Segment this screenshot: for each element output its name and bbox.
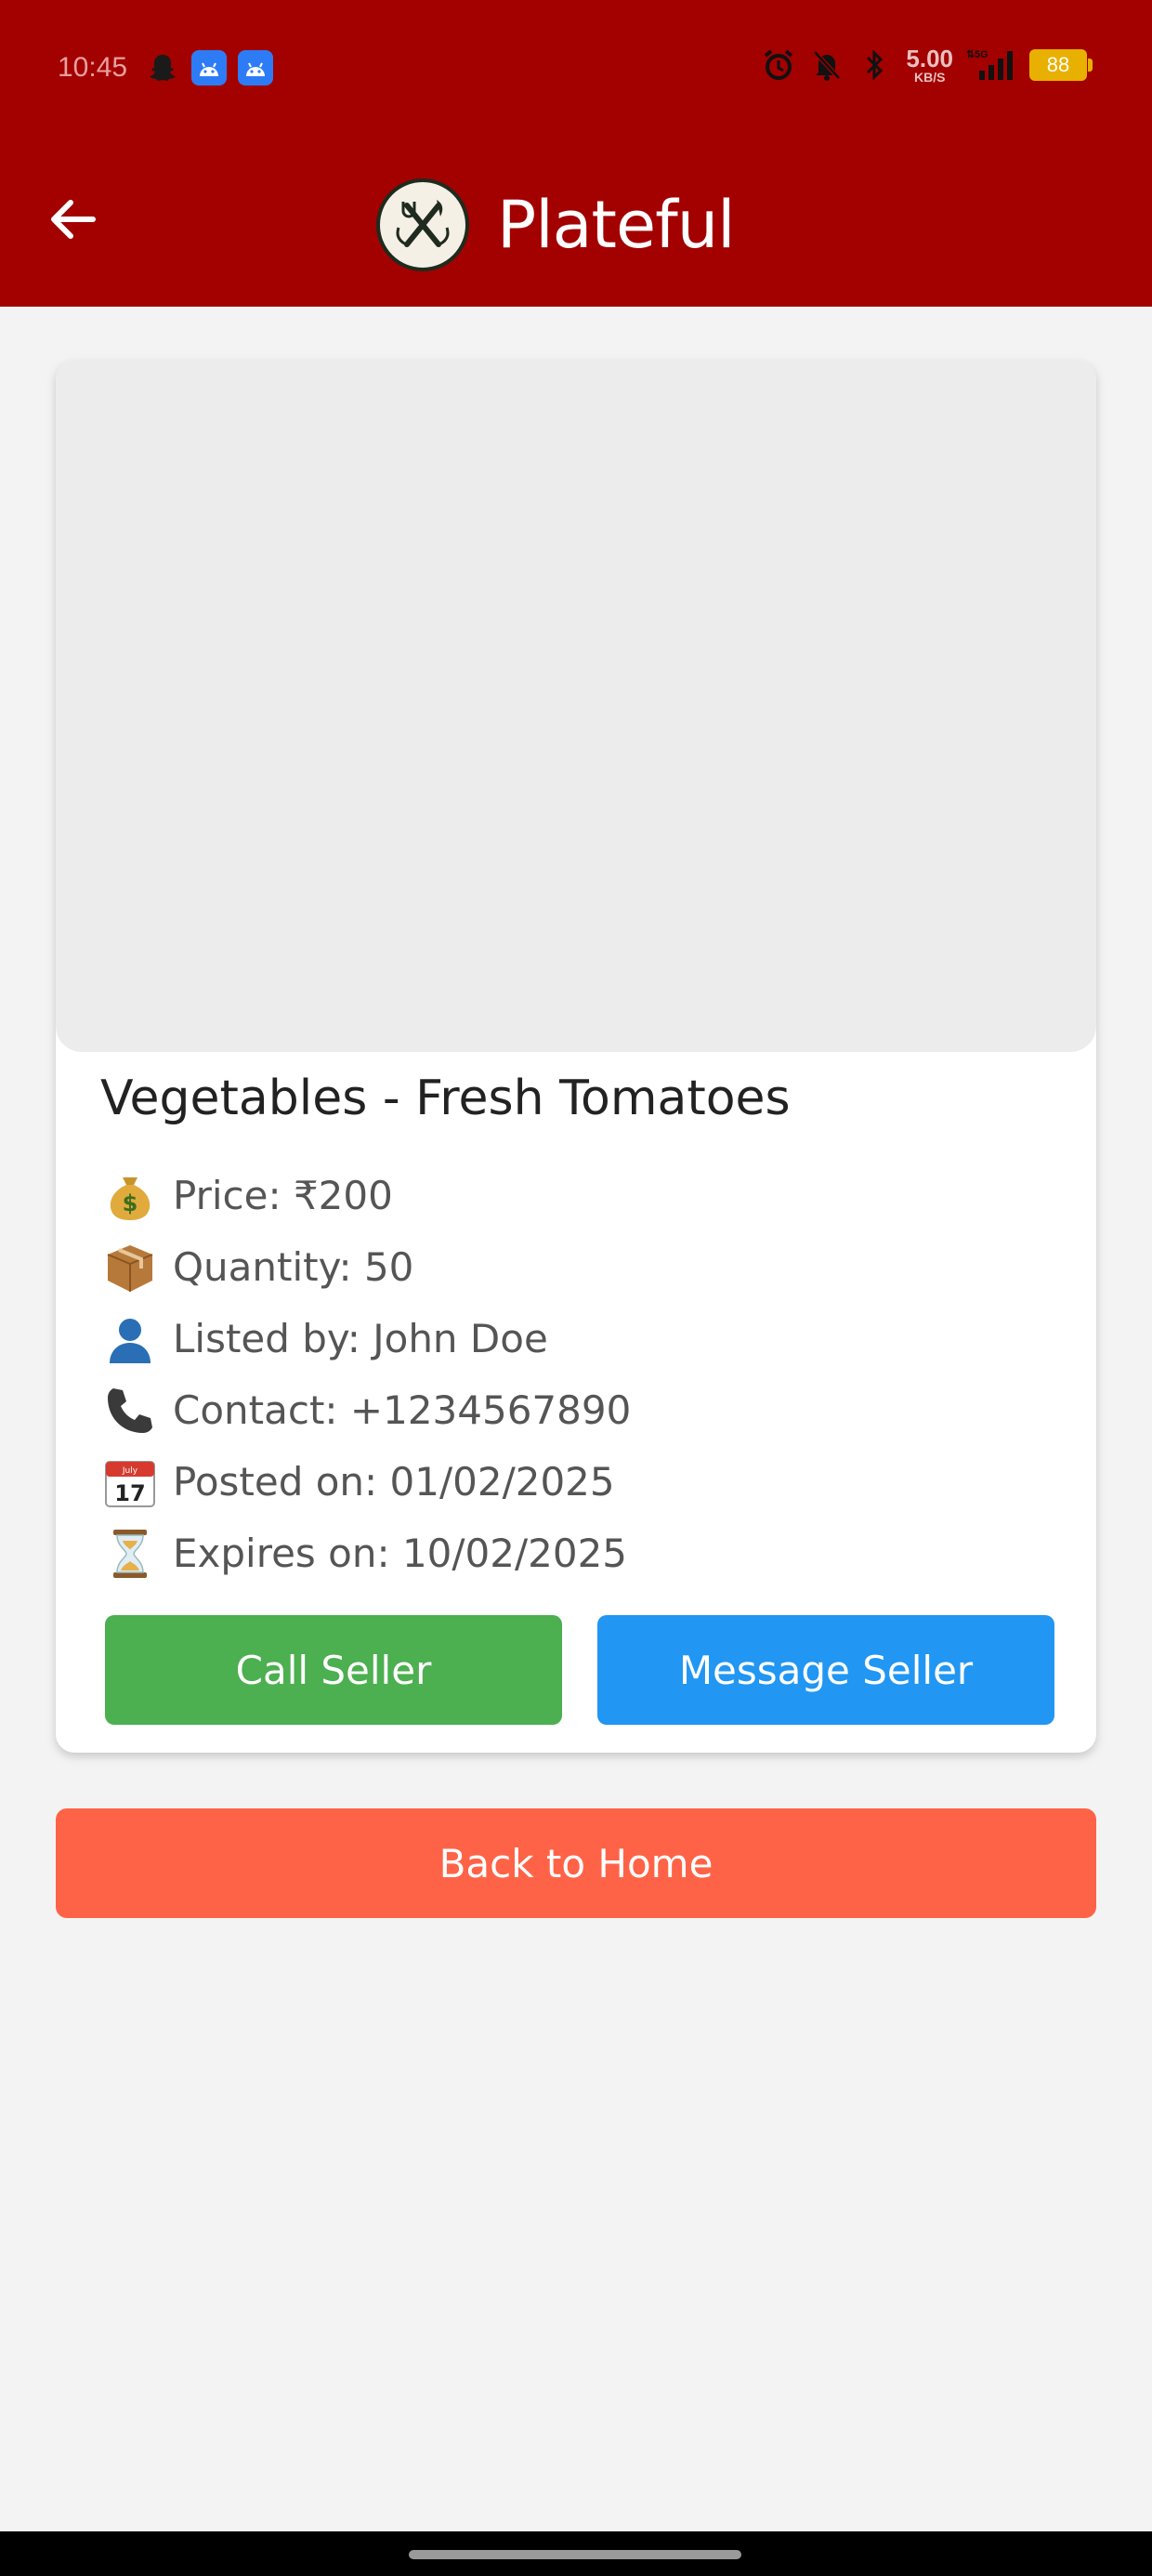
svg-text:$: $ (123, 1190, 138, 1216)
back-arrow-icon[interactable] (39, 186, 106, 253)
message-seller-button[interactable]: Message Seller (597, 1615, 1054, 1725)
person-icon (100, 1309, 160, 1369)
app-header: Plateful (0, 139, 1152, 307)
listing-title: Vegetables - Fresh Tomatoes (100, 1071, 791, 1126)
android-app-icon (238, 50, 273, 85)
detail-text: Posted on: 01/02/2025 (173, 1459, 615, 1505)
detail-expires-on: Expires on: 10/02/2025 (100, 1518, 631, 1589)
detail-contact: Contact: +1234567890 (100, 1374, 631, 1446)
bluetooth-icon (857, 46, 893, 84)
alarm-icon (761, 46, 796, 84)
detail-posted-on: July 17 Posted on: 01/02/2025 (100, 1446, 631, 1518)
detail-price: $ Price: ₹200 (100, 1160, 631, 1231)
brand: Plateful (376, 178, 736, 271)
svg-text:⇅: ⇅ (966, 49, 975, 60)
app-top-bar: 10:45 5.00 KB/S ⇅ 5G 88 Plateful (0, 0, 1152, 307)
listing-card: Vegetables - Fresh Tomatoes $ Price: ₹20… (56, 361, 1096, 1753)
status-time: 10:45 (58, 52, 128, 83)
android-app-icon (191, 50, 227, 85)
status-right-icons: 5.00 KB/S ⇅ 5G 88 (761, 46, 1093, 84)
telephone-icon (100, 1381, 160, 1440)
detail-listed-by: Listed by: John Doe (100, 1303, 631, 1374)
detail-text: Contact: +1234567890 (173, 1387, 632, 1433)
network-speed-unit: KB/S (913, 70, 946, 85)
calendar-icon: July 17 (100, 1452, 160, 1512)
detail-text: Listed by: John Doe (173, 1316, 548, 1361)
detail-quantity: Quantity: 50 (100, 1231, 631, 1303)
app-title: Plateful (497, 187, 736, 263)
detail-text: Quantity: 50 (173, 1244, 414, 1290)
detail-text: Price: ₹200 (173, 1173, 393, 1218)
signal-strength-icon: ⇅ 5G (966, 46, 1016, 84)
detail-text: Expires on: 10/02/2025 (173, 1531, 628, 1576)
snapchat-icon (145, 50, 180, 85)
back-to-home-button[interactable]: Back to Home (56, 1808, 1096, 1918)
mute-bell-icon (809, 46, 844, 84)
signal-label: 5G (975, 49, 988, 60)
fork-knife-logo-icon (376, 178, 469, 271)
network-speed-value: 5.00 (906, 45, 953, 72)
system-nav-bar (0, 2531, 1152, 2576)
home-gesture-handle[interactable] (409, 2550, 741, 2559)
calendar-day: 17 (114, 1480, 145, 1506)
notification-icons (145, 50, 273, 85)
battery-indicator: 88 (1029, 49, 1093, 81)
call-seller-button[interactable]: Call Seller (105, 1615, 562, 1725)
listing-image-placeholder (56, 361, 1096, 1052)
package-icon (100, 1238, 160, 1297)
network-speed: 5.00 KB/S (906, 46, 953, 84)
money-bag-icon: $ (100, 1166, 160, 1226)
listing-details: $ Price: ₹200 Quantity: 50 Listed by: Jo… (100, 1160, 631, 1589)
calendar-month: July (122, 1466, 138, 1476)
hourglass-icon (100, 1524, 160, 1584)
status-bar: 10:45 5.00 KB/S ⇅ 5G 88 (0, 0, 1152, 139)
